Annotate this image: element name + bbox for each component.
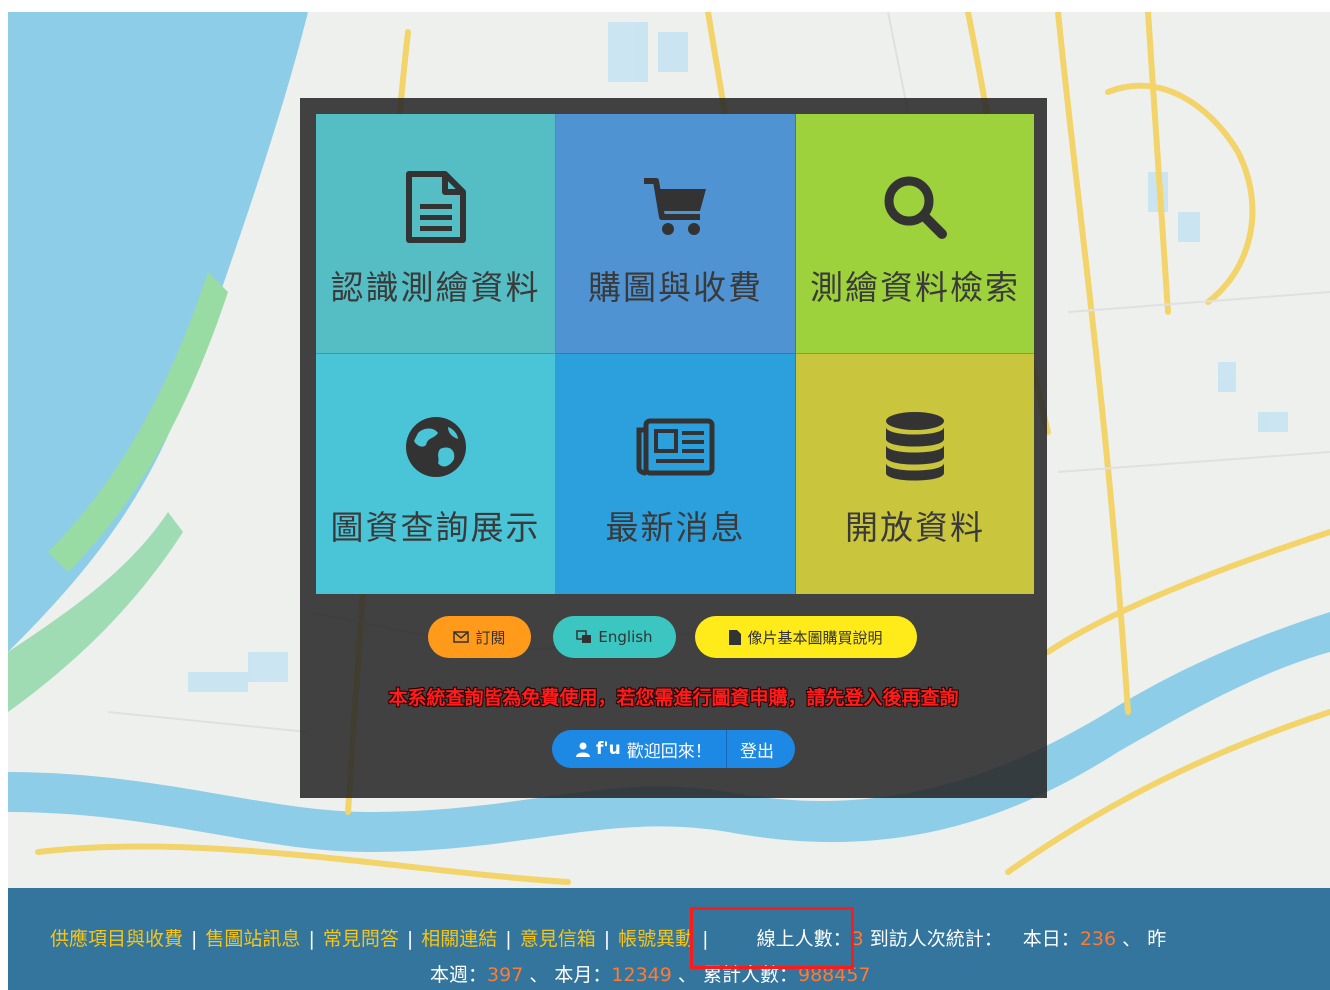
database-icon bbox=[884, 407, 946, 487]
tile-label: 最新消息 bbox=[605, 508, 746, 547]
search-icon bbox=[882, 167, 948, 247]
tile-label: 認識測繪資料 bbox=[330, 267, 541, 307]
footer-link-supply-fees[interactable]: 供應項目與收費 bbox=[50, 928, 183, 950]
subscribe-button[interactable]: 訂閱 bbox=[428, 616, 531, 658]
separator: | bbox=[191, 928, 198, 950]
menu-tiles-grid: 認識測繪資料 購圖與收費 測繪資料檢索 圖資查詢展示 最新消息 開放資料 bbox=[316, 114, 1034, 594]
highlight-box bbox=[690, 907, 854, 969]
username: f'u bbox=[596, 739, 621, 759]
tile-latest-news[interactable]: 最新消息 bbox=[556, 354, 796, 594]
tile-open-data[interactable]: 開放資料 bbox=[796, 354, 1034, 594]
tile-map-query-display[interactable]: 圖資查詢展示 bbox=[316, 354, 556, 594]
separator: | bbox=[406, 928, 414, 950]
yesterday-label-cut: 昨 bbox=[1147, 928, 1167, 950]
user-welcome-bar: f'u 歡迎回來！ 登出 bbox=[552, 730, 795, 768]
today-count: 236 bbox=[1079, 928, 1117, 950]
month-count: 12349 bbox=[611, 964, 672, 986]
subscribe-label: 訂閱 bbox=[475, 628, 506, 647]
visits-label: 到訪人次統計： bbox=[869, 928, 1003, 950]
footer-link-feedback[interactable]: 意見信箱 bbox=[520, 928, 596, 950]
action-buttons: 訂閱 English 像片基本圖購買說明 bbox=[300, 616, 1047, 660]
photo-basemap-guide-button[interactable]: 像片基本圖購買說明 bbox=[695, 616, 917, 658]
envelope-icon bbox=[453, 631, 470, 643]
english-label: English bbox=[598, 628, 653, 646]
logout-button[interactable]: 登出 bbox=[727, 730, 774, 768]
language-icon bbox=[576, 630, 592, 643]
separator: | bbox=[505, 928, 512, 950]
tile-label: 開放資料 bbox=[845, 508, 985, 547]
welcome-text: 歡迎回來！ bbox=[626, 741, 712, 762]
newspaper-icon bbox=[636, 407, 716, 487]
tile-survey-data-intro[interactable]: 認識測繪資料 bbox=[316, 114, 556, 354]
guide-label: 像片基本圖購買說明 bbox=[747, 628, 883, 647]
main-menu-panel: 認識測繪資料 購圖與收費 測繪資料檢索 圖資查詢展示 最新消息 開放資料 訂閱 … bbox=[300, 98, 1047, 798]
separator: | bbox=[308, 928, 315, 950]
globe-icon bbox=[404, 407, 468, 487]
free-use-notice: 本系統查詢皆為免費使用，若您需進行圖資申購，請先登入後再查詢 bbox=[388, 687, 959, 709]
footer-link-related-links[interactable]: 相關連結 bbox=[421, 928, 497, 950]
footer-link-sales-stations[interactable]: 售圖站訊息 bbox=[205, 928, 300, 950]
footer-links-row: 供應項目與收費 | 售圖站訊息 | 常見問答 | 相關連結 | 意見信箱 | 帳號異動 | 線上人數：… bbox=[50, 924, 1166, 951]
separator: | bbox=[603, 928, 611, 950]
document-icon bbox=[405, 167, 467, 247]
tile-survey-data-search[interactable]: 測繪資料檢索 bbox=[796, 114, 1034, 354]
separator: 、 bbox=[529, 964, 549, 986]
tile-label: 測繪資料檢索 bbox=[810, 267, 1020, 307]
file-icon bbox=[729, 629, 742, 645]
footer-link-account-change[interactable]: 帳號異動 bbox=[618, 928, 694, 950]
tile-purchase-fees[interactable]: 購圖與收費 bbox=[556, 114, 796, 354]
separator: 、 bbox=[1122, 928, 1142, 950]
user-greeting: f'u 歡迎回來！ bbox=[552, 730, 726, 768]
tile-label: 圖資查詢展示 bbox=[330, 508, 541, 547]
english-button[interactable]: English bbox=[553, 616, 676, 658]
cart-icon bbox=[642, 167, 710, 247]
week-label: 本週： bbox=[430, 964, 488, 986]
week-count: 397 bbox=[487, 964, 524, 986]
today-label: 本日： bbox=[1022, 928, 1080, 950]
footer-bar: 供應項目與收費 | 售圖站訊息 | 常見問答 | 相關連結 | 意見信箱 | 帳號異動 | 線上人數：… bbox=[8, 888, 1330, 990]
user-icon bbox=[576, 742, 590, 757]
footer-link-faq[interactable]: 常見問答 bbox=[323, 928, 399, 950]
tile-label: 購圖與收費 bbox=[588, 267, 763, 307]
month-label: 本月： bbox=[554, 964, 612, 986]
